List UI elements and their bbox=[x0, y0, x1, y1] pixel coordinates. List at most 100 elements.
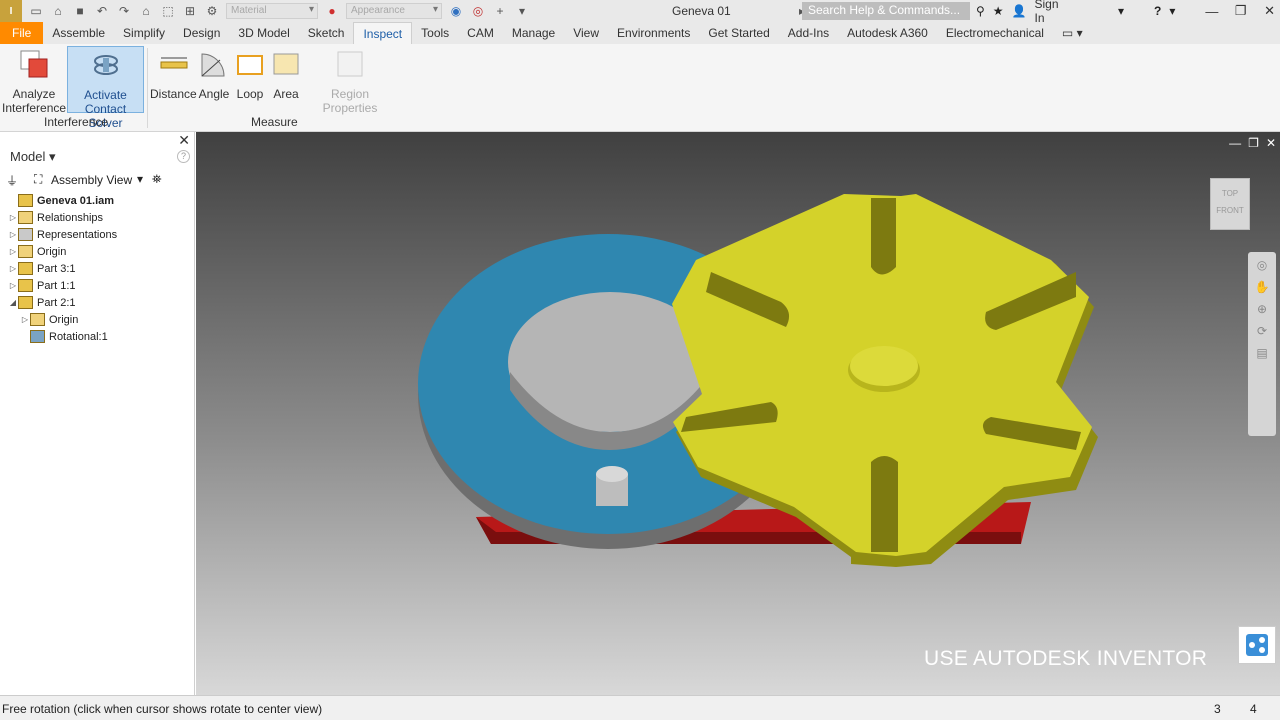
assembly-view-icon: ⛶ bbox=[34, 172, 43, 186]
color-wheel-icon[interactable]: ● bbox=[324, 3, 340, 19]
adjust-icon[interactable]: ◉ bbox=[448, 3, 464, 19]
viewcube[interactable]: TOP FRONT bbox=[1210, 178, 1250, 230]
distance-button[interactable]: Distance bbox=[150, 46, 197, 101]
status-bar: Free rotation (click when cursor shows r… bbox=[0, 695, 1280, 720]
tree-node[interactable]: Geneva 01.iam bbox=[0, 192, 195, 209]
tab-simplify[interactable]: Simplify bbox=[114, 22, 174, 44]
region-properties-icon bbox=[337, 51, 363, 77]
tab-electromechanical[interactable]: Electromechanical bbox=[937, 22, 1053, 44]
view-dropdown-icon[interactable]: ▾ bbox=[137, 172, 143, 186]
steering-wheel-icon[interactable]: ◎ bbox=[1252, 258, 1272, 274]
signin-dropdown-icon[interactable]: ▾ bbox=[1118, 4, 1124, 18]
area-button[interactable]: Area bbox=[269, 46, 303, 101]
navigation-bar: ◎ ✋ ⊕ ⟳ ▤ bbox=[1248, 252, 1276, 436]
filter-icon[interactable]: ⏚ bbox=[6, 172, 18, 189]
clear-icon[interactable]: ◎ bbox=[470, 3, 486, 19]
help-dropdown-icon[interactable]: ▾ bbox=[1169, 4, 1175, 18]
expand-toggle-icon[interactable]: ▷ bbox=[8, 230, 18, 239]
redo-icon[interactable]: ↷ bbox=[116, 3, 132, 19]
activate-contact-solver-button[interactable]: Activate Contact Solver bbox=[67, 46, 144, 130]
pan-icon[interactable]: ✋ bbox=[1252, 280, 1272, 296]
expand-toggle-icon[interactable]: ▷ bbox=[8, 213, 18, 222]
look-at-icon[interactable]: ▤ bbox=[1252, 346, 1272, 362]
restore-icon[interactable]: ❐ bbox=[1230, 3, 1251, 19]
tree-node[interactable]: ▷ Part 3:1 bbox=[0, 260, 195, 277]
orbit-icon[interactable]: ⟳ bbox=[1252, 324, 1272, 340]
ribbon-customize-icon[interactable]: ▭ ▾ bbox=[1053, 22, 1092, 44]
tab-get-started[interactable]: Get Started bbox=[699, 22, 778, 44]
open-folder-icon[interactable]: ⌂ bbox=[50, 3, 66, 19]
expand-toggle-icon[interactable]: ▷ bbox=[20, 315, 30, 324]
qa-customize-icon[interactable]: ▾ bbox=[514, 3, 530, 19]
new-file-icon[interactable]: ▭ bbox=[28, 3, 44, 19]
title-bar: I ▭ ⌂ ■ ↶ ↷ ⌂ ⬚ ⊞ ⚙ Material ● Appearanc… bbox=[0, 0, 1280, 25]
expand-toggle-icon[interactable]: ▷ bbox=[8, 281, 18, 290]
help-icon[interactable]: ? bbox=[1154, 4, 1161, 18]
star-icon[interactable]: ★ bbox=[993, 4, 1004, 18]
angle-button[interactable]: Angle bbox=[197, 46, 231, 101]
tree-node[interactable]: ▷ Representations bbox=[0, 226, 195, 243]
select-icon[interactable]: ⬚ bbox=[160, 3, 176, 19]
status-count-2: 4 bbox=[1250, 702, 1257, 716]
inventor-logo[interactable]: I bbox=[0, 0, 22, 22]
share-icon bbox=[1246, 634, 1268, 656]
viewcube-front-label: FRONT bbox=[1216, 206, 1244, 215]
browser-help-icon[interactable]: ? bbox=[177, 150, 190, 163]
close-window-icon[interactable]: ✕ bbox=[1259, 3, 1280, 19]
plus-icon[interactable]: + bbox=[492, 3, 508, 19]
tab-autodesk-a360[interactable]: Autodesk A360 bbox=[838, 22, 937, 44]
tab-assemble[interactable]: Assemble bbox=[43, 22, 114, 44]
geneva-model[interactable] bbox=[196, 132, 1280, 695]
folder-icon bbox=[18, 245, 33, 258]
analyze-interference-button[interactable]: Analyze Interference bbox=[2, 46, 66, 115]
zoom-icon[interactable]: ⊕ bbox=[1252, 302, 1272, 318]
undo-icon[interactable]: ↶ bbox=[94, 3, 110, 19]
graphics-viewport[interactable]: — ❐ ✕ TOP FRONT ◎ ✋ ⊕ ⟳ ▤ USE AUTODESK I… bbox=[196, 132, 1280, 695]
tree-node[interactable]: ▷ Origin bbox=[0, 243, 195, 260]
region-properties-button[interactable]: Region Properties bbox=[305, 46, 395, 115]
tab-manage[interactable]: Manage bbox=[503, 22, 564, 44]
tree-node-label: Part 3:1 bbox=[37, 262, 76, 275]
model-browser-title[interactable]: Model ▾ bbox=[10, 149, 56, 165]
expand-toggle-icon[interactable]: ▷ bbox=[8, 247, 18, 256]
tree-node-label: Origin bbox=[37, 245, 67, 258]
expand-toggle-icon[interactable]: ▷ bbox=[8, 264, 18, 273]
home-icon[interactable]: ⌂ bbox=[138, 3, 154, 19]
share-button[interactable] bbox=[1238, 626, 1276, 664]
minimize-icon[interactable]: — bbox=[1201, 4, 1222, 19]
group-label-measure: Measure bbox=[251, 115, 298, 129]
appearance-combo[interactable]: Appearance bbox=[346, 3, 442, 19]
tree-node[interactable]: ▷ Origin bbox=[0, 311, 195, 328]
update-icon[interactable]: ⚙ bbox=[204, 3, 220, 19]
loop-label: Loop bbox=[236, 87, 264, 101]
tab-design[interactable]: Design bbox=[174, 22, 229, 44]
tree-node-label: Rotational:1 bbox=[49, 330, 108, 343]
tab-environments[interactable]: Environments bbox=[608, 22, 699, 44]
find-binoculars-icon[interactable]: ⛯ bbox=[152, 172, 162, 187]
tab-add-ins[interactable]: Add-Ins bbox=[779, 22, 838, 44]
distance-label: Distance bbox=[150, 87, 197, 101]
tab-cam[interactable]: CAM bbox=[458, 22, 503, 44]
loop-button[interactable]: Loop bbox=[233, 46, 267, 101]
expand-toggle-icon[interactable]: ◢ bbox=[8, 298, 18, 307]
tab-file[interactable]: File bbox=[0, 22, 44, 44]
tree-node[interactable]: ▷ Part 1:1 bbox=[0, 277, 195, 294]
tab-view[interactable]: View bbox=[564, 22, 608, 44]
analyze-label-1: Analyze bbox=[12, 87, 56, 101]
tab-sketch[interactable]: Sketch bbox=[299, 22, 354, 44]
tab-tools[interactable]: Tools bbox=[412, 22, 458, 44]
tab-inspect[interactable]: Inspect bbox=[353, 22, 413, 44]
measure-icon[interactable]: ⊞ bbox=[182, 3, 198, 19]
user-icon[interactable]: 👤 bbox=[1012, 4, 1027, 18]
close-browser-icon[interactable]: ✕ bbox=[178, 132, 190, 149]
tree-node[interactable]: ◢ Part 2:1 bbox=[0, 294, 195, 311]
assembly-view-label[interactable]: Assembly View bbox=[51, 173, 132, 187]
tab-3d-model[interactable]: 3D Model bbox=[229, 22, 298, 44]
binoculars-icon[interactable]: ⚲ bbox=[976, 4, 985, 18]
loop-icon bbox=[237, 55, 263, 75]
tree-node[interactable]: ▷ Relationships bbox=[0, 209, 195, 226]
save-icon[interactable]: ■ bbox=[72, 3, 88, 19]
tree-node[interactable]: Rotational:1 bbox=[0, 328, 195, 345]
material-combo[interactable]: Material bbox=[226, 3, 318, 19]
search-input[interactable]: Search Help & Commands... bbox=[802, 2, 970, 20]
